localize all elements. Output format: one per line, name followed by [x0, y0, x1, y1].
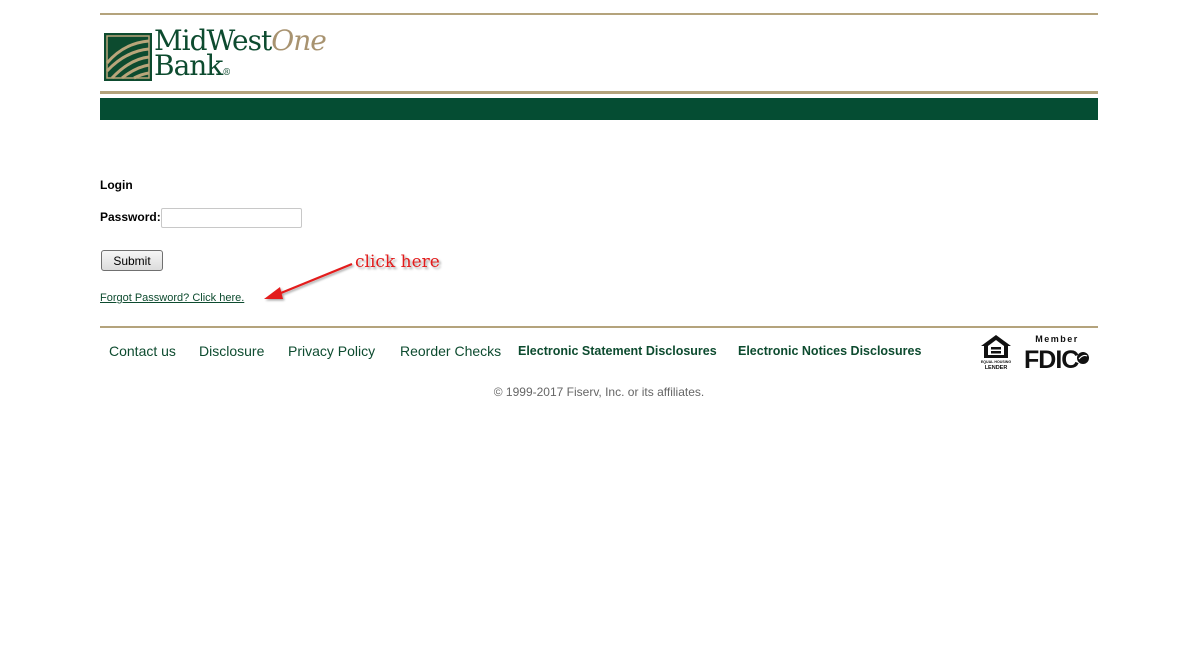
- copyright-text: © 1999-2017 Fiserv, Inc. or its affiliat…: [493, 385, 705, 399]
- password-input[interactable]: [161, 208, 302, 228]
- page: MidWestOne Bank® Login Password: Submit …: [0, 0, 1204, 651]
- equal-housing-lender-icon: EQUAL HOUSING LENDER: [981, 335, 1011, 370]
- contact-us-link[interactable]: Contact us: [109, 343, 176, 359]
- privacy-policy-link[interactable]: Privacy Policy: [288, 343, 375, 359]
- logo-wordmark: MidWestOne Bank®: [154, 27, 327, 86]
- logo-registered-mark: ®: [222, 68, 232, 78]
- submit-button[interactable]: Submit: [101, 250, 163, 271]
- header-green-bar: [100, 98, 1098, 120]
- header-divider: [100, 91, 1098, 94]
- fdic-member-icon: Member FDIC: [1024, 334, 1089, 370]
- bank-logo[interactable]: MidWestOne Bank®: [104, 27, 349, 86]
- logo-line2: Bank®: [154, 52, 326, 86]
- reorder-checks-link[interactable]: Reorder Checks: [400, 343, 501, 359]
- electronic-notices-disclosures-link[interactable]: Electronic Notices Disclosures: [738, 344, 921, 358]
- disclosure-link[interactable]: Disclosure: [199, 343, 264, 359]
- footer-divider: [100, 326, 1098, 328]
- top-divider: [100, 13, 1098, 15]
- fdic-text: FDIC: [1024, 346, 1079, 370]
- electronic-statement-disclosures-link[interactable]: Electronic Statement Disclosures: [518, 344, 717, 358]
- password-label: Password:: [100, 210, 161, 224]
- login-heading: Login: [100, 178, 133, 192]
- click-here-annotation: click here: [355, 252, 440, 272]
- ehl-text-2: LENDER: [985, 365, 1008, 370]
- fdic-member-text: Member: [1035, 334, 1079, 344]
- logo-mark-icon: [104, 33, 152, 81]
- logo-bank: Bank: [154, 49, 223, 82]
- red-arrow-icon: [264, 262, 353, 299]
- logo-one: One: [271, 24, 327, 57]
- ehl-text-1: EQUAL HOUSING: [981, 360, 1011, 364]
- forgot-password-link[interactable]: Forgot Password? Click here.: [100, 292, 244, 304]
